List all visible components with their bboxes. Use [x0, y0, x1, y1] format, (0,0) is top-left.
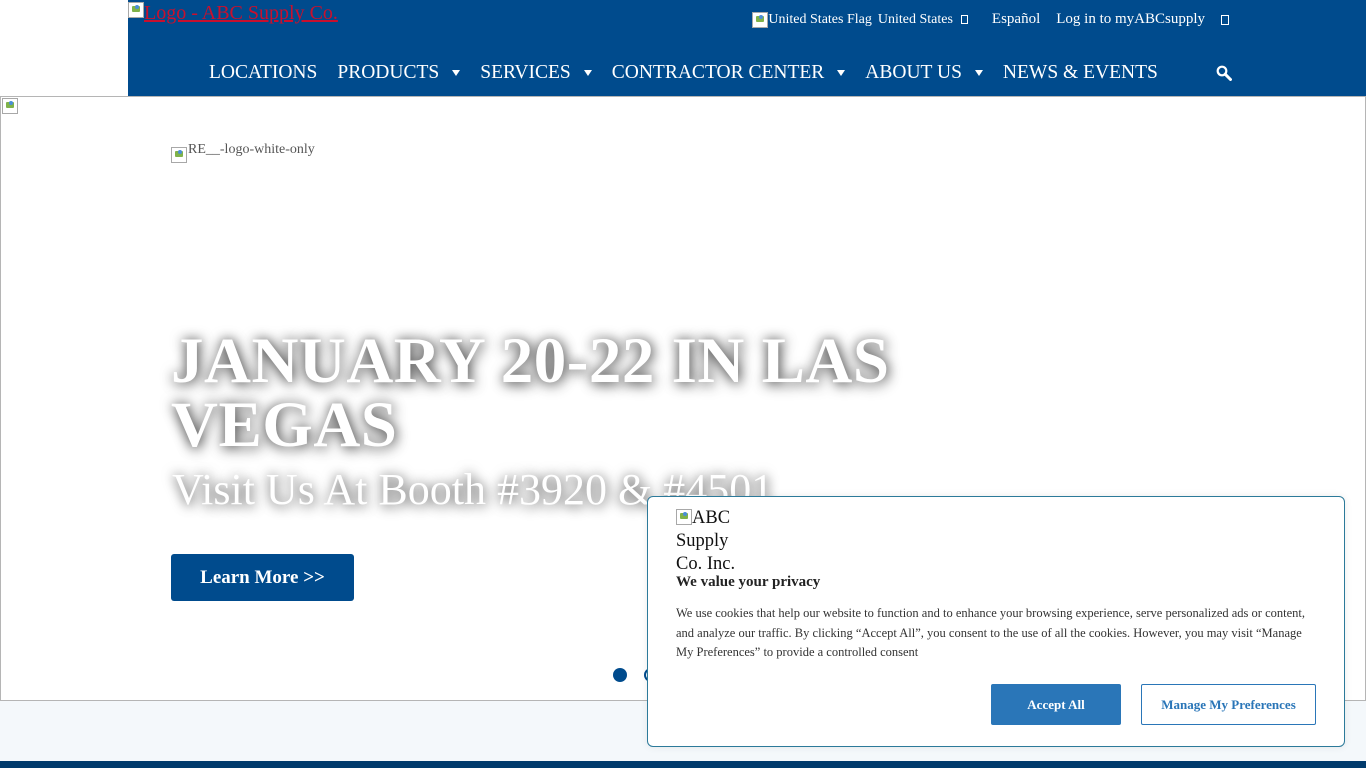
cookie-description: We use cookies that help our website to …: [676, 606, 1305, 660]
nav-item-contractor-center[interactable]: CONTRACTOR CENTER: [612, 62, 846, 84]
nav-label: CONTRACTOR CENTER: [611, 62, 825, 83]
nav-label: SERVICES: [480, 62, 571, 83]
caret-down-icon: [837, 70, 846, 76]
caret-down-icon: [974, 70, 983, 76]
accept-all-button[interactable]: Accept All: [991, 684, 1121, 725]
site-logo-link[interactable]: Logo - ABC Supply Co.: [128, 2, 338, 25]
broken-image-icon: [128, 2, 144, 18]
broken-image-icon: [752, 11, 769, 28]
dropdown-icon: [960, 15, 968, 24]
nav-item-products[interactable]: PRODUCTS: [337, 62, 461, 84]
learn-more-button[interactable]: Learn More >>: [171, 554, 354, 601]
login-icon[interactable]: [1221, 14, 1229, 25]
caret-down-icon: [452, 70, 461, 76]
nav-label: LOCATIONS: [209, 62, 318, 83]
footer-bar: [0, 761, 1366, 768]
flag-alt-text: United States Flag: [768, 11, 872, 27]
login-link[interactable]: Log in to myABCsupply: [1056, 11, 1205, 28]
nav-item-news-events[interactable]: NEWS & EVENTS: [1003, 62, 1158, 84]
cookie-title: We value your privacy: [676, 574, 821, 590]
nav-label: PRODUCTS: [337, 62, 440, 83]
country-selector[interactable]: United States Flag United States: [752, 11, 968, 28]
event-logo-alt-text: RE__-logo-white-only: [188, 142, 315, 157]
nav-item-about-us[interactable]: ABOUT US: [865, 62, 983, 84]
manage-preferences-button[interactable]: Manage My Preferences: [1141, 684, 1316, 725]
logo-alt-text: Logo - ABC Supply Co.: [144, 2, 338, 24]
nav-item-locations[interactable]: LOCATIONS: [209, 62, 317, 84]
nav-label: ABOUT US: [865, 62, 962, 83]
caret-down-icon: [583, 70, 592, 76]
espanol-link[interactable]: Español: [992, 11, 1040, 28]
nav-item-services[interactable]: SERVICES: [480, 62, 592, 84]
cookie-consent-dialog: ABC Supply Co. Inc. We value your privac…: [647, 496, 1345, 747]
main-nav: LOCATIONS PRODUCTS SERVICES CONTRACTOR C…: [209, 60, 1178, 86]
broken-image-icon: [171, 147, 187, 163]
logo-area: [0, 0, 128, 96]
hero-title: JANUARY 20-22 IN LAS VEGAS: [171, 325, 890, 461]
country-label: United States: [877, 11, 953, 27]
utility-bar: United States Flag United States Español…: [752, 11, 1229, 28]
event-logo: RE__-logo-white-only: [170, 142, 315, 163]
nav-label: NEWS & EVENTS: [1002, 62, 1158, 83]
broken-image-icon: [676, 509, 692, 525]
broken-image-icon: [2, 98, 18, 114]
cookie-logo: ABC Supply Co. Inc.: [676, 507, 746, 576]
carousel-dot-active[interactable]: [613, 668, 627, 682]
search-icon[interactable]: [1216, 65, 1232, 81]
